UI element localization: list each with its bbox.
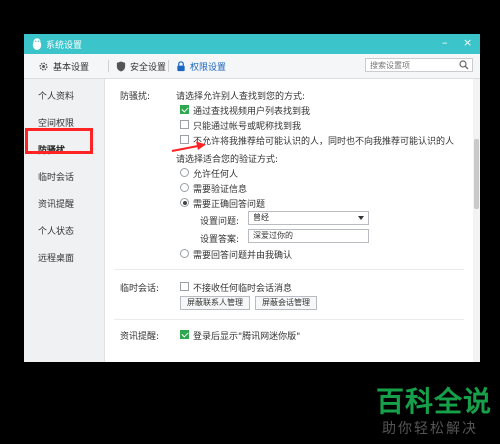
lock-icon [177, 60, 185, 71]
tab-basic-settings[interactable]: 基本设置 [38, 58, 89, 74]
question-select[interactable]: 曾经 [248, 211, 369, 225]
toolbar-divider [168, 60, 169, 72]
answer-label: 设置答案: [200, 235, 240, 245]
question-value: 曾经 [253, 213, 269, 222]
chevron-down-icon [358, 216, 364, 220]
answer-value: 深爱过你的 [253, 231, 293, 240]
need-verify-info-label: 需要验证信息 [193, 185, 248, 195]
scrollbar-thumb[interactable] [474, 139, 479, 209]
tab-label: 安全设置 [130, 62, 167, 73]
sidebar-item-news-alert[interactable]: 资讯提醒 [38, 197, 74, 210]
tab-label: 基本设置 [53, 62, 90, 73]
sidebar-item-temp-session[interactable]: 临时会话 [38, 170, 74, 183]
gear-icon [39, 61, 48, 71]
find-by-account-checkbox[interactable] [180, 120, 189, 129]
answer-and-confirm-label: 需要回答问题并由我确认 [193, 251, 293, 261]
tab-permission-settings[interactable]: 权限设置 [176, 58, 226, 74]
allow-anyone-radio[interactable] [180, 168, 189, 177]
watermark: 百科全说 助你轻松解决 [366, 378, 496, 442]
settings-content: 防骚扰: 请选择允许别人查找到您的方式: 通过查找视频用户列表找到我 只能通过帐… [104, 79, 480, 362]
content-scrollbar[interactable] [473, 79, 480, 362]
sidebar: 个人资料 空间权限 防骚扰 临时会话 资讯提醒 个人状态 远程桌面 [24, 79, 105, 362]
tab-label: 权限设置 [190, 62, 227, 73]
block-contacts-button[interactable]: 屏蔽联系人管理 [180, 296, 250, 310]
temp-session-section-label: 临时会话: [120, 284, 160, 294]
show-tencent-mini-checkbox[interactable] [180, 330, 189, 339]
block-sessions-button[interactable]: 屏蔽会话管理 [255, 296, 317, 310]
settings-window: 系统设置 – × 基本设置 安全设置 权限设置 搜索设置项 个人资料 空间权限 … [24, 34, 480, 362]
highlight-annotation-box [25, 128, 93, 154]
find-method-prompt: 请选择允许别人查找到您的方式: [176, 92, 306, 102]
toolbar: 基本设置 安全设置 权限设置 [24, 54, 480, 79]
allow-anyone-label: 允许任何人 [193, 170, 239, 180]
block-temp-session-label: 不接收任何临时会话消息 [193, 284, 293, 294]
watermark-title: 百科全说 [376, 385, 493, 418]
anti-harass-section-label: 防骚扰: [120, 92, 151, 102]
section-divider [114, 269, 464, 270]
need-correct-answer-radio[interactable] [180, 198, 189, 207]
qq-penguin-icon [32, 38, 42, 50]
find-by-video-list-checkbox[interactable] [180, 105, 189, 114]
find-by-video-list-label: 通过查找视频用户列表找到我 [193, 107, 311, 117]
sidebar-item-remote-desktop[interactable]: 远程桌面 [38, 251, 74, 264]
show-tencent-mini-label: 登录后显示"腾讯网迷你版" [193, 332, 301, 342]
red-arrow-icon [171, 141, 206, 152]
sidebar-item-profile[interactable]: 个人资料 [38, 89, 74, 102]
title-bar: 系统设置 – × [24, 34, 480, 54]
no-recommend-label: 不允许将我推荐给可能认识的人，同时也不向我推荐可能认识的人 [193, 137, 455, 147]
toolbar-divider [108, 60, 109, 72]
answer-input[interactable]: 深爱过你的 [248, 229, 369, 243]
search-box [365, 58, 473, 72]
question-label: 设置问题: [200, 217, 240, 227]
minimize-button[interactable]: – [442, 36, 448, 50]
news-alert-section-label: 资讯提醒: [120, 332, 160, 342]
answer-and-confirm-radio[interactable] [180, 249, 189, 258]
need-correct-answer-label: 需要正确回答问题 [193, 200, 266, 210]
block-temp-session-checkbox[interactable] [180, 282, 189, 291]
search-input[interactable] [366, 59, 460, 71]
window-title: 系统设置 [46, 41, 83, 51]
shield-icon [116, 60, 126, 72]
section-divider [114, 319, 464, 320]
tab-security-settings[interactable]: 安全设置 [116, 58, 166, 74]
search-icon[interactable] [459, 60, 469, 70]
find-by-account-label: 只能通过帐号或昵称找到我 [193, 122, 302, 132]
need-verify-info-radio[interactable] [180, 183, 189, 192]
sidebar-item-personal-status[interactable]: 个人状态 [38, 224, 74, 237]
watermark-subtitle: 助你轻松解决 [382, 421, 478, 437]
close-button[interactable]: × [463, 36, 472, 50]
